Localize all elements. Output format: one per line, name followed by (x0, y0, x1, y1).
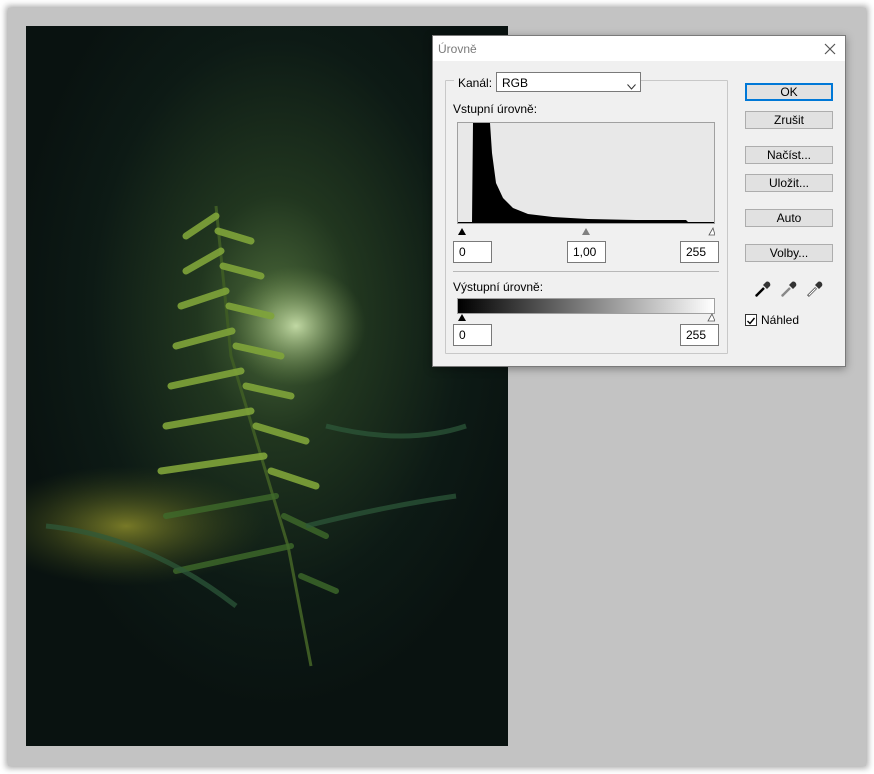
channel-select[interactable]: RGB (496, 72, 641, 92)
close-icon[interactable] (821, 40, 839, 58)
checkmark-icon (747, 317, 756, 325)
input-white-field[interactable]: 255 (680, 241, 719, 263)
histogram-graph (458, 123, 714, 223)
cancel-button[interactable]: Zrušit (745, 111, 833, 129)
input-black-field[interactable]: 0 (453, 241, 492, 263)
output-black-field[interactable]: 0 (453, 324, 492, 346)
levels-dialog: Úrovně Kanál: RGB Vstupní úrovně: 0 1,00… (432, 35, 846, 367)
ok-button[interactable]: OK (745, 83, 833, 101)
options-button[interactable]: Volby... (745, 244, 833, 262)
output-black-handle (458, 314, 466, 321)
preview-label: Náhled (761, 313, 800, 327)
eyedropper-gray-icon[interactable] (779, 279, 799, 299)
eyedropper-white-icon[interactable] (805, 279, 825, 299)
dialog-title: Úrovně (438, 42, 477, 56)
channel-value: RGB (502, 76, 529, 90)
load-button[interactable]: Načíst... (745, 146, 833, 164)
separator (453, 271, 719, 272)
auto-button[interactable]: Auto (745, 209, 833, 227)
input-gamma-field[interactable]: 1,00 (567, 241, 606, 263)
eyedropper-black-icon[interactable] (753, 279, 773, 299)
title-bar[interactable]: Úrovně (433, 36, 845, 61)
histogram (457, 122, 715, 224)
input-white-handle (708, 226, 716, 236)
checkbox-box[interactable] (745, 314, 757, 326)
chevron-down-icon (627, 79, 636, 93)
output-white-field[interactable]: 255 (680, 324, 719, 346)
input-levels-label: Vstupní úrovně: (453, 102, 538, 116)
output-levels-label: Výstupní úrovně: (453, 280, 544, 294)
output-slider[interactable] (457, 311, 716, 323)
save-button[interactable]: Uložit... (745, 174, 833, 192)
input-gamma-handle (582, 228, 590, 235)
input-slider[interactable] (457, 225, 716, 237)
channel-label: Kanál: (454, 76, 497, 90)
input-black-handle (458, 228, 466, 235)
output-white-handle (707, 313, 716, 322)
